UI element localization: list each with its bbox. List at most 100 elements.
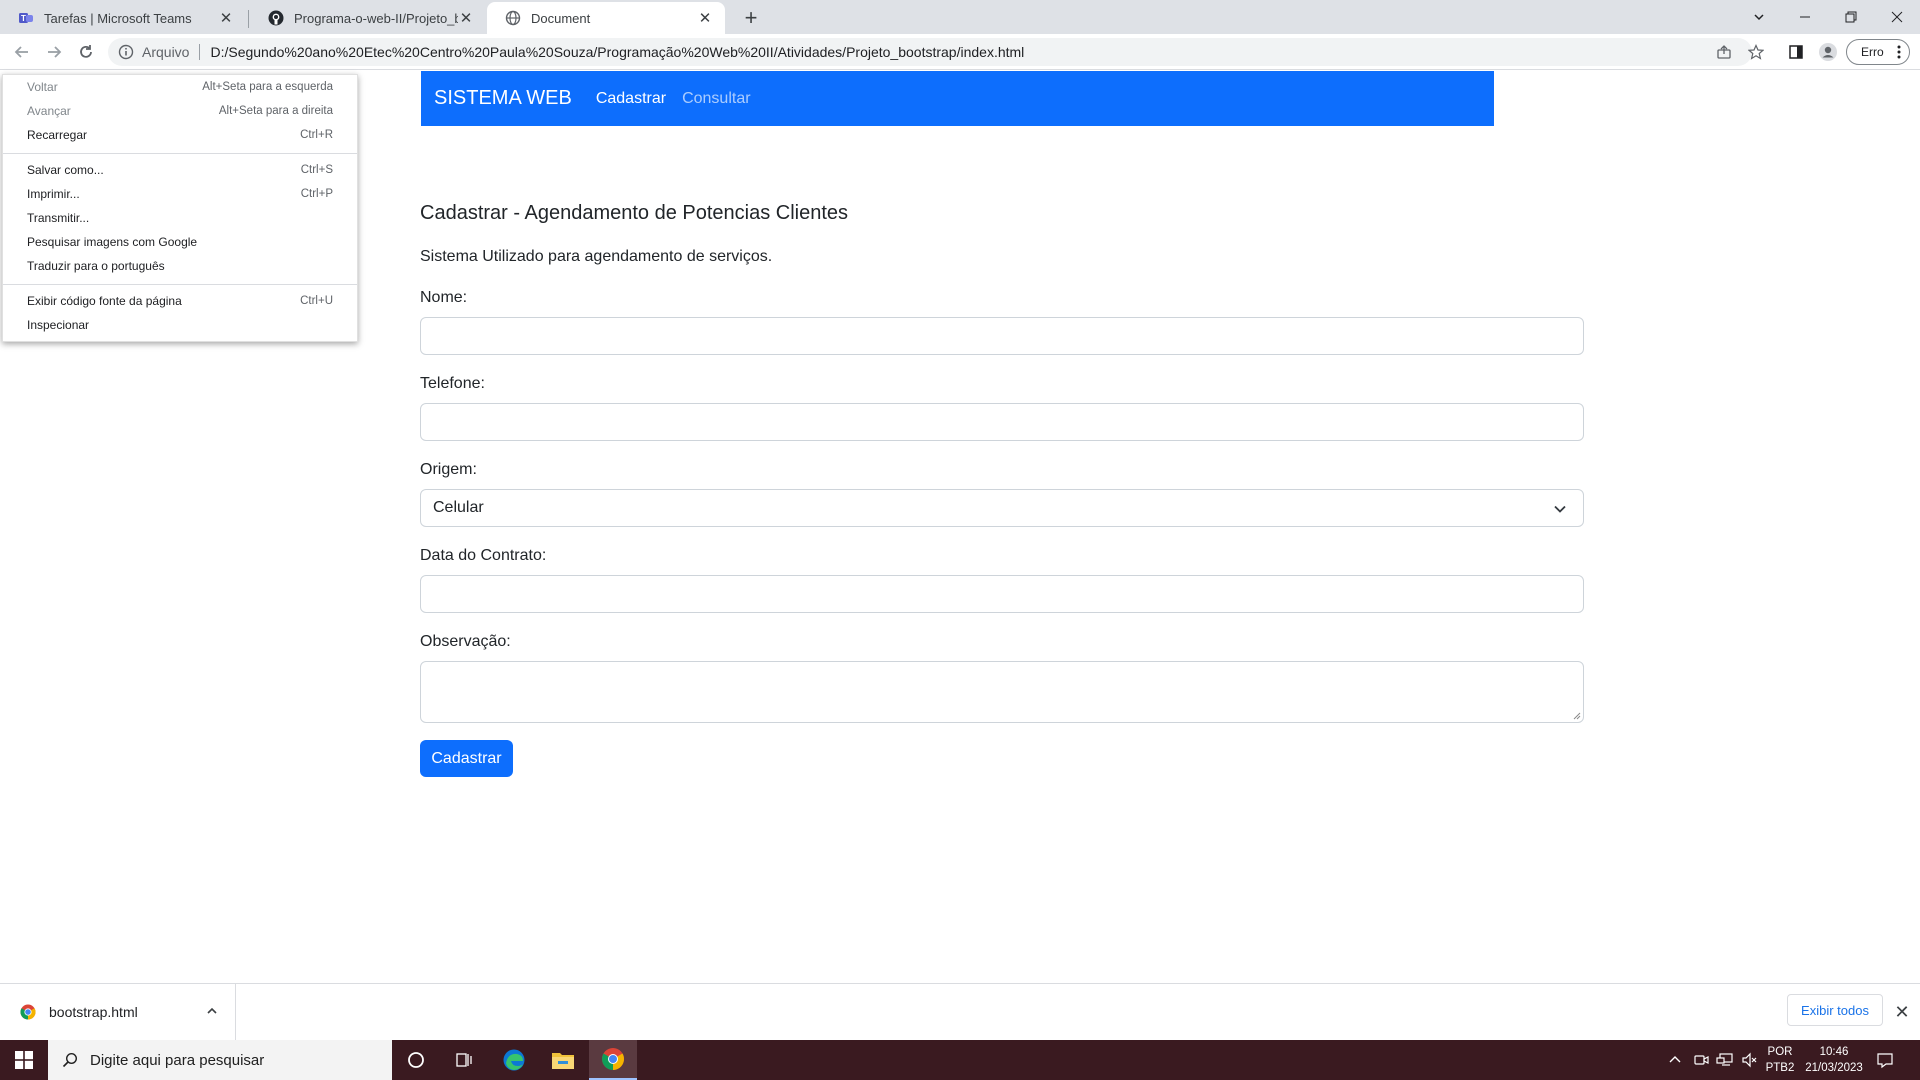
reload-button[interactable]	[72, 38, 100, 66]
bookmark-star-icon[interactable]	[1742, 38, 1770, 66]
menu-item-voltar[interactable]: Voltar Alt+Seta para a esquerda	[3, 75, 357, 99]
browser-tab-strip: T Tarefas | Microsoft Teams ✕ Programa-o…	[0, 0, 1920, 34]
address-url[interactable]: D:/Segundo%20ano%20Etec%20Centro%20Paula…	[210, 44, 1024, 60]
profile-error-chip[interactable]: Erro	[1846, 39, 1910, 65]
close-download-shelf-icon[interactable]: ✕	[1890, 1000, 1914, 1024]
data-contrato-label: Data do Contrato:	[420, 547, 547, 564]
cortana-icon[interactable]	[392, 1040, 440, 1080]
menu-item-shortcut: Ctrl+R	[300, 129, 333, 141]
site-navbar: SISTEMA WEB Cadastrar Consultar	[421, 71, 1494, 126]
tab-title: Programa-o-web-II/Projeto_boot	[294, 10, 458, 26]
menu-item-label: Salvar como...	[27, 163, 104, 177]
notification-center-icon[interactable]	[1876, 1040, 1894, 1080]
telefone-label: Telefone:	[420, 375, 485, 392]
menu-item-inspecionar[interactable]: Inspecionar	[3, 313, 357, 337]
menu-item-imprimir[interactable]: Imprimir... Ctrl+P	[3, 182, 357, 206]
menu-item-shortcut: Ctrl+P	[300, 188, 333, 200]
nome-input[interactable]	[420, 317, 1584, 355]
keyboard-layout: PTB2	[1765, 1062, 1795, 1074]
download-file-name: bootstrap.html	[49, 1004, 138, 1020]
menu-item-shortcut: Alt+Seta para a direita	[218, 105, 333, 117]
more-menu-icon[interactable]	[1897, 45, 1901, 59]
menu-item-label: Exibir código fonte da página	[27, 294, 182, 308]
clock[interactable]: 10:46 21/03/2023	[1800, 1044, 1868, 1076]
tab-close-icon[interactable]: ✕	[697, 10, 713, 27]
globe-icon	[505, 10, 521, 26]
profile-chip-label: Erro	[1861, 45, 1884, 59]
data-contrato-input[interactable]	[420, 575, 1584, 613]
chevron-up-icon[interactable]	[205, 1004, 219, 1018]
telefone-input[interactable]	[420, 403, 1584, 441]
menu-item-label: Pesquisar imagens com Google	[27, 235, 198, 249]
origem-label: Origem:	[420, 461, 477, 478]
origem-selected-value: Celular	[433, 499, 484, 516]
share-icon[interactable]	[1710, 38, 1738, 66]
chevron-down-icon	[1553, 502, 1567, 516]
language-code: POR	[1767, 1046, 1793, 1058]
nav-link-cadastrar[interactable]: Cadastrar	[596, 90, 666, 108]
chrome-file-icon	[20, 1004, 36, 1020]
taskbar-search-box[interactable]: Digite aqui para pesquisar	[48, 1040, 392, 1080]
close-window-button[interactable]	[1874, 0, 1920, 34]
tab-close-icon[interactable]: ✕	[458, 10, 474, 27]
menu-item-label: Traduzir para o português	[27, 259, 165, 273]
resize-handle-icon[interactable]	[1573, 712, 1581, 720]
info-icon[interactable]	[118, 44, 134, 60]
tab-title: Document	[531, 10, 591, 26]
download-item[interactable]: bootstrap.html	[0, 984, 236, 1040]
menu-item-shortcut: Alt+Seta para a esquerda	[202, 81, 333, 93]
edge-browser-icon[interactable]	[490, 1040, 538, 1080]
context-menu: Voltar Alt+Seta para a esquerda Avançar …	[2, 74, 358, 342]
tab-teams[interactable]: T Tarefas | Microsoft Teams ✕	[0, 2, 246, 34]
menu-item-avancar[interactable]: Avançar Alt+Seta para a direita	[3, 99, 357, 123]
browser-toolbar: Arquivo D:/Segundo%20ano%20Etec%20Centro…	[0, 34, 1920, 70]
file-explorer-icon[interactable]	[539, 1040, 587, 1080]
cadastrar-submit-button[interactable]: Cadastrar	[420, 740, 513, 777]
menu-item-exibir-codigo-fonte[interactable]: Exibir código fonte da página Ctrl+U	[3, 289, 357, 313]
origem-select[interactable]: Celular	[420, 489, 1584, 527]
show-all-downloads-button[interactable]: Exibir todos	[1787, 994, 1883, 1026]
meet-now-icon[interactable]	[1693, 1040, 1709, 1080]
menu-item-salvar-como[interactable]: Salvar como... Ctrl+S	[3, 158, 357, 182]
address-bar[interactable]: Arquivo D:/Segundo%20ano%20Etec%20Centro…	[108, 38, 1752, 66]
search-icon	[62, 1052, 78, 1068]
chrome-taskbar-icon[interactable]	[589, 1040, 637, 1080]
profile-avatar-icon[interactable]	[1814, 38, 1842, 66]
network-icon[interactable]	[1716, 1040, 1734, 1080]
menu-item-traduzir[interactable]: Traduzir para o português	[3, 254, 357, 278]
menu-item-shortcut: Ctrl+U	[300, 295, 333, 307]
windows-start-icon[interactable]	[0, 1040, 48, 1080]
volume-muted-icon[interactable]	[1741, 1040, 1757, 1080]
tab-document[interactable]: Document ✕	[487, 2, 725, 34]
menu-item-label: Recarregar	[27, 128, 88, 142]
side-panel-icon[interactable]	[1782, 38, 1810, 66]
nome-label: Nome:	[420, 289, 468, 306]
menu-item-pesquisar-imagens[interactable]: Pesquisar imagens com Google	[3, 230, 357, 254]
forward-button[interactable]	[40, 38, 68, 66]
observacao-label: Observação:	[420, 633, 511, 650]
menu-item-shortcut: Ctrl+S	[300, 164, 333, 176]
task-view-icon[interactable]	[440, 1040, 488, 1080]
page-subtitle: Sistema Utilizado para agendamento de se…	[420, 248, 773, 265]
observacao-textarea[interactable]	[420, 661, 1584, 723]
menu-item-transmitir[interactable]: Transmitir...	[3, 206, 357, 230]
github-icon	[268, 10, 284, 26]
menu-item-recarregar[interactable]: Recarregar Ctrl+R	[3, 123, 357, 147]
navbar-brand[interactable]: SISTEMA WEB	[434, 87, 572, 110]
restore-button[interactable]	[1828, 0, 1874, 34]
back-button[interactable]	[8, 38, 36, 66]
teams-icon: T	[18, 10, 34, 26]
menu-item-label: Avançar	[27, 104, 71, 118]
tray-chevron-up-icon[interactable]	[1668, 1040, 1682, 1080]
minimize-button[interactable]	[1782, 0, 1828, 34]
clock-date: 21/03/2023	[1805, 1062, 1863, 1074]
tab-github[interactable]: Programa-o-web-II/Projeto_boot ✕	[250, 2, 486, 34]
tab-close-icon[interactable]: ✕	[218, 10, 234, 27]
nav-link-consultar[interactable]: Consultar	[682, 90, 750, 108]
new-tab-button[interactable]: +	[737, 4, 765, 32]
address-divider	[199, 44, 201, 60]
menu-separator	[3, 153, 357, 154]
tab-search-button[interactable]	[1736, 0, 1782, 34]
keyboard-language-indicator[interactable]: POR PTB2	[1762, 1044, 1798, 1076]
menu-item-label: Inspecionar	[27, 318, 90, 332]
